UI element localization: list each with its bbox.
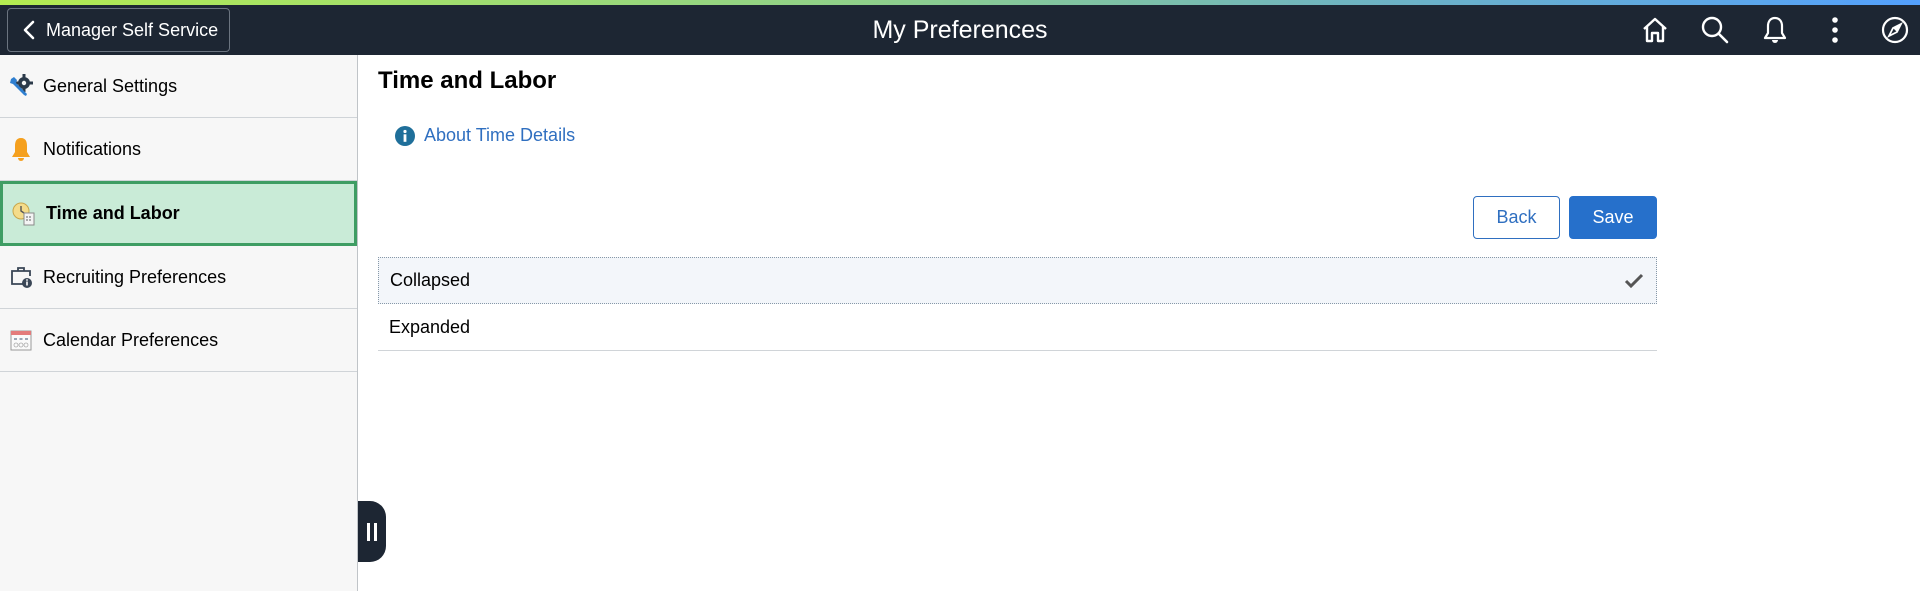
option-label: Expanded xyxy=(389,316,471,337)
option-label: Collapsed xyxy=(390,270,471,290)
sidebar-item-label: Notifications xyxy=(43,138,142,159)
option-expanded[interactable]: Expanded xyxy=(378,304,1657,351)
sidebar-item-calendar-preferences[interactable]: Calendar Preferences xyxy=(0,309,357,372)
checkmark-icon xyxy=(1624,273,1644,289)
clock-document-icon xyxy=(11,201,37,227)
app-header: Manager Self Service My Preferences xyxy=(0,5,1920,55)
display-option-list: Collapsed Expanded xyxy=(378,257,1657,351)
sidebar-item-label: Calendar Preferences xyxy=(43,329,219,350)
page-header-title: My Preferences xyxy=(872,16,1048,44)
sidebar-item-time-and-labor[interactable]: Time and Labor xyxy=(0,181,357,246)
bell-icon xyxy=(1763,16,1787,43)
bell-icon xyxy=(8,136,34,162)
calendar-icon xyxy=(8,327,34,353)
back-button[interactable]: Back xyxy=(1473,196,1560,239)
chevron-left-icon xyxy=(23,20,35,40)
back-button-label: Manager Self Service xyxy=(46,19,219,40)
search-button[interactable] xyxy=(1700,15,1730,45)
home-icon xyxy=(1643,17,1667,43)
preferences-sidebar: General Settings Notifications Time and … xyxy=(0,55,358,591)
page-title: Time and Labor xyxy=(378,67,557,94)
sidebar-item-label: Recruiting Preferences xyxy=(43,266,227,287)
search-icon xyxy=(1701,16,1729,44)
sidebar-item-label: General Settings xyxy=(43,75,178,96)
about-link-label: About Time Details xyxy=(424,125,576,145)
navigator-button[interactable] xyxy=(1880,15,1910,45)
main-content: Time and Labor About Time Details Back S… xyxy=(359,55,1920,591)
manager-self-service-back-button[interactable]: Manager Self Service xyxy=(7,8,230,52)
option-collapsed[interactable]: Collapsed xyxy=(378,257,1657,304)
about-time-details-link[interactable]: About Time Details xyxy=(395,125,575,146)
home-button[interactable] xyxy=(1640,15,1670,45)
sidebar-item-label: Time and Labor xyxy=(46,203,180,223)
sidebar-item-notifications[interactable]: Notifications xyxy=(0,118,357,181)
sidebar-item-general-settings[interactable]: General Settings xyxy=(0,55,357,118)
notifications-button[interactable] xyxy=(1760,15,1790,45)
sidebar-item-recruiting-preferences[interactable]: Recruiting Preferences xyxy=(0,246,357,309)
more-vertical-icon xyxy=(1832,17,1838,43)
compass-icon xyxy=(1881,16,1909,44)
save-button[interactable]: Save xyxy=(1569,196,1657,239)
info-icon xyxy=(395,125,415,146)
wrench-gear-icon xyxy=(8,73,34,99)
actions-menu-button[interactable] xyxy=(1820,15,1850,45)
briefcase-info-icon xyxy=(8,264,34,290)
